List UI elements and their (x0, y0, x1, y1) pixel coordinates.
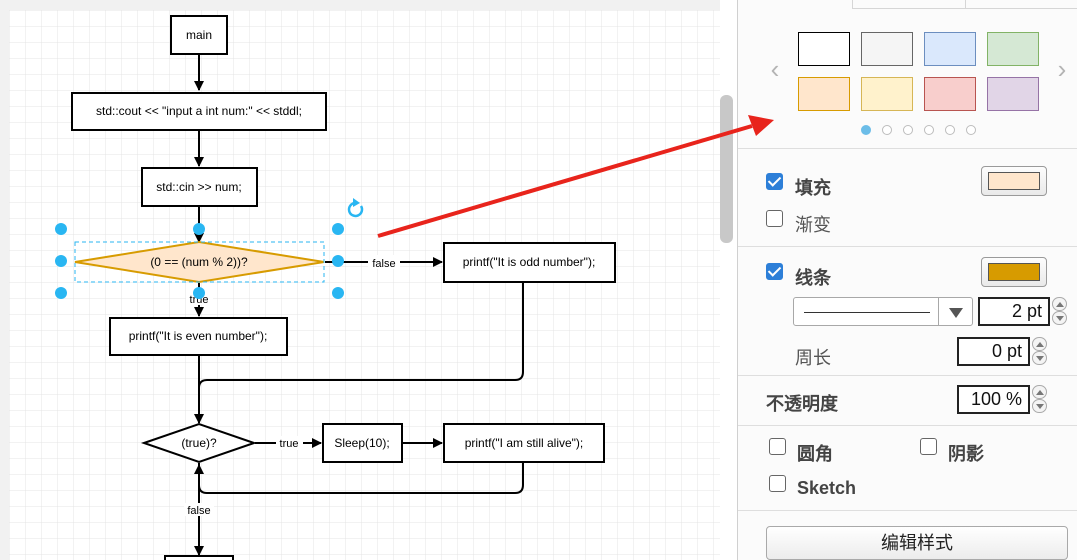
stepper-up-icon[interactable] (1032, 385, 1047, 399)
tab-style[interactable] (738, 0, 852, 9)
stepper-up-icon[interactable] (1032, 337, 1047, 351)
swatch-page-dot[interactable] (966, 125, 976, 135)
opacity-input[interactable]: 100 % (957, 385, 1030, 414)
swatch-light-yellow[interactable] (861, 77, 913, 111)
sketch-label: Sketch (797, 478, 857, 498)
edge-label-loop-false[interactable]: false (187, 505, 210, 517)
resize-handle-se[interactable] (332, 287, 344, 299)
resize-handle-ne[interactable] (332, 223, 344, 235)
line-label: 线条 (795, 268, 831, 288)
line-color-button[interactable] (981, 257, 1047, 287)
line-pattern-select[interactable] (793, 297, 973, 326)
line-width-stepper[interactable] (1052, 297, 1067, 326)
gradient-label: 渐变 (795, 215, 831, 235)
fill-label: 填充 (795, 178, 831, 198)
node-even-label: printf("It is even number"); (129, 329, 268, 343)
line-color-preview (988, 263, 1040, 281)
stepper-down-icon[interactable] (1052, 311, 1067, 325)
stepper-down-icon[interactable] (1032, 399, 1047, 413)
swatch-page-dot[interactable] (903, 125, 913, 135)
swatch-white[interactable] (798, 32, 850, 66)
panel-divider (738, 425, 1077, 426)
node-odd-label: printf("It is odd number"); (463, 255, 596, 269)
swatch-light-gray[interactable] (861, 32, 913, 66)
resize-handle-s[interactable] (193, 287, 205, 299)
rounded-checkbox[interactable] (769, 438, 786, 455)
fill-color-preview (988, 172, 1040, 190)
chevron-right-icon[interactable]: › (1052, 54, 1072, 84)
line-width-input[interactable]: 2 pt (978, 297, 1050, 326)
swatch-light-orange[interactable] (798, 77, 850, 111)
swatch-page-dot[interactable] (861, 125, 871, 135)
fill-color-button[interactable] (981, 166, 1047, 196)
resize-handle-n[interactable] (193, 223, 205, 235)
node-cin-label: std::cin >> num; (156, 180, 241, 194)
sketch-checkbox[interactable] (769, 475, 786, 492)
edge-label-cond-false[interactable]: false (372, 258, 395, 270)
panel-divider (738, 510, 1077, 511)
node-alive-label: printf("I am still alive"); (465, 436, 584, 450)
node-main-label: main (186, 28, 212, 42)
node-exit[interactable] (164, 555, 234, 560)
swatch-light-purple[interactable] (987, 77, 1039, 111)
stepper-up-icon[interactable] (1052, 297, 1067, 311)
node-loop-label: (true)? (181, 436, 217, 450)
perimeter-input[interactable]: 0 pt (957, 337, 1030, 366)
stepper-down-icon[interactable] (1032, 351, 1047, 365)
perimeter-label: 周长 (795, 348, 831, 368)
node-condition-label: (0 == (num % 2))? (150, 255, 248, 269)
swatch-light-green[interactable] (987, 32, 1039, 66)
edit-style-button[interactable]: 编辑样式 (766, 526, 1068, 560)
fill-checkbox[interactable] (766, 173, 783, 190)
panel-divider (738, 375, 1077, 376)
diagram-canvas[interactable]: false true true false main std::cout << … (0, 0, 720, 560)
perimeter-stepper[interactable] (1032, 337, 1047, 366)
swatch-light-blue[interactable] (924, 32, 976, 66)
swatch-page-dot[interactable] (924, 125, 934, 135)
swatch-page-dot[interactable] (882, 125, 892, 135)
panel-tabs (738, 0, 1077, 9)
canvas-vertical-scrollbar[interactable] (720, 95, 733, 243)
resize-handle-sw[interactable] (55, 287, 67, 299)
opacity-stepper[interactable] (1032, 385, 1047, 414)
resize-handle-nw[interactable] (55, 223, 67, 235)
node-sleep-label: Sleep(10); (334, 436, 389, 450)
edge-label-loop-true[interactable]: true (280, 438, 299, 450)
shadow-checkbox[interactable] (920, 438, 937, 455)
panel-divider (738, 148, 1077, 149)
swatch-page-dot[interactable] (945, 125, 955, 135)
resize-handle-e[interactable] (332, 255, 344, 267)
rounded-label: 圆角 (797, 444, 833, 464)
shadow-label: 阴影 (948, 444, 984, 464)
resize-handle-w[interactable] (55, 255, 67, 267)
chevron-left-icon[interactable]: ‹ (765, 54, 785, 84)
tab-separator (965, 0, 966, 8)
opacity-label: 不透明度 (766, 394, 838, 414)
node-cout-label: std::cout << "input a int num:" << stddl… (96, 104, 302, 118)
dropdown-arrow-icon[interactable] (938, 298, 972, 325)
swatch-light-red[interactable] (924, 77, 976, 111)
tab-separator (852, 0, 853, 8)
line-checkbox[interactable] (766, 263, 783, 280)
line-pattern-preview (804, 312, 930, 313)
format-panel: ‹ › 填充 渐变 线条 2 pt 周长 0 pt 不透明度 100 % 圆角 … (737, 0, 1077, 560)
gradient-checkbox[interactable] (766, 210, 783, 227)
panel-divider (738, 246, 1077, 247)
flowchart-diagram[interactable]: false true true false main std::cout << … (0, 0, 720, 560)
